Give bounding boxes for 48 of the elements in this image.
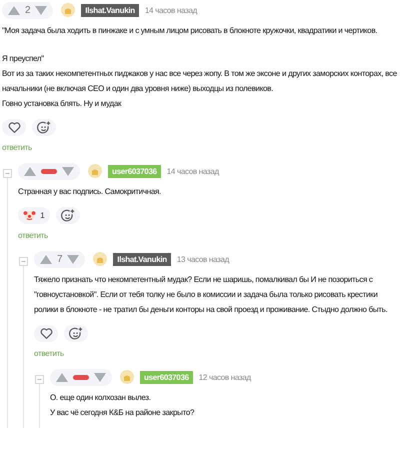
comment-time: 14 часов назад <box>144 6 197 14</box>
reply-link[interactable]: ответить <box>18 229 400 242</box>
comment-text: Говно установка блять. Ну и мудак <box>2 98 122 110</box>
avatar-icon[interactable] <box>88 164 102 178</box>
reply-link[interactable]: ответить <box>34 347 400 360</box>
collapse-icon[interactable] <box>19 257 28 266</box>
comment-time: 13 часов назад <box>176 254 229 264</box>
author-name[interactable]: Ilshat.Vanukin <box>81 4 139 16</box>
comment-text: Вот из за таких некомпетентных пиджаков у нас все через жопу. В том же эксоне и других заморских конторах, все начальники (не включая CEO и один два уровня ниже) выходцы из полевиков. <box>2 68 398 95</box>
collapse-icon[interactable] <box>3 169 12 178</box>
add-reaction-button[interactable] <box>32 119 56 136</box>
comment-time: 14 часов назад <box>166 166 219 176</box>
add-reaction-button[interactable] <box>56 207 80 224</box>
avatar-icon[interactable] <box>61 3 76 17</box>
heart-icon <box>40 327 52 340</box>
upvote-icon[interactable] <box>24 166 36 176</box>
downvote-icon[interactable] <box>35 6 48 14</box>
downvote-icon[interactable] <box>62 166 74 176</box>
upvote-icon[interactable] <box>40 254 52 264</box>
upvote-icon[interactable] <box>56 372 68 382</box>
author-name[interactable]: user6037036 <box>108 164 161 178</box>
collapse-icon[interactable] <box>35 375 44 384</box>
comment-text: У вас чё сегодня К&Б на районе закрыто? <box>50 407 196 419</box>
smiley-plus-icon <box>61 208 75 222</box>
downvote-icon[interactable] <box>94 372 106 382</box>
comment-text: Тяжело признать что некомпетентный мудак? Если не шаришь, помалкивал бы И не позориться с "говноустановкой". Если от тебя толку не было в комиссии и задача была только рисовать крестики ролики в блокноте - не тратил бы деньги конторы на свой проезд и проживание. Стыдно должно быть. <box>34 274 388 316</box>
comment-text: Странная у вас подпись. Самокритичная. <box>18 186 162 198</box>
reply-link[interactable]: ответить <box>2 141 400 154</box>
upvote-icon[interactable] <box>8 6 20 14</box>
heart-icon <box>8 121 20 134</box>
comment-time: 12 часов назад <box>198 372 251 382</box>
comment-text: О. еще один колхозан вылез. <box>50 392 152 404</box>
author-name[interactable]: Ilshat.Vanukin <box>113 252 171 266</box>
comment-text: Я преуспел" <box>2 53 45 65</box>
like-button[interactable] <box>34 325 58 342</box>
like-button[interactable] <box>2 119 26 136</box>
comment-text: "Моя задача была ходить в пинжаке и с умным лицом рисовать в блокноте кружочки, квадратики и чертиков. <box>2 25 378 37</box>
avatar-icon[interactable] <box>93 252 108 266</box>
reaction-button[interactable]: 1 <box>18 207 50 224</box>
add-reaction-button[interactable] <box>64 325 88 342</box>
rating-count: 7 <box>57 254 62 264</box>
avatar-icon[interactable] <box>120 370 134 384</box>
smiley-plus-icon <box>69 326 83 340</box>
rating-count: 2 <box>25 4 30 16</box>
smiley-plus-icon <box>37 120 51 134</box>
downvote-icon[interactable] <box>67 254 80 264</box>
author-name[interactable]: user6037036 <box>140 370 193 384</box>
clown-icon <box>23 209 36 222</box>
